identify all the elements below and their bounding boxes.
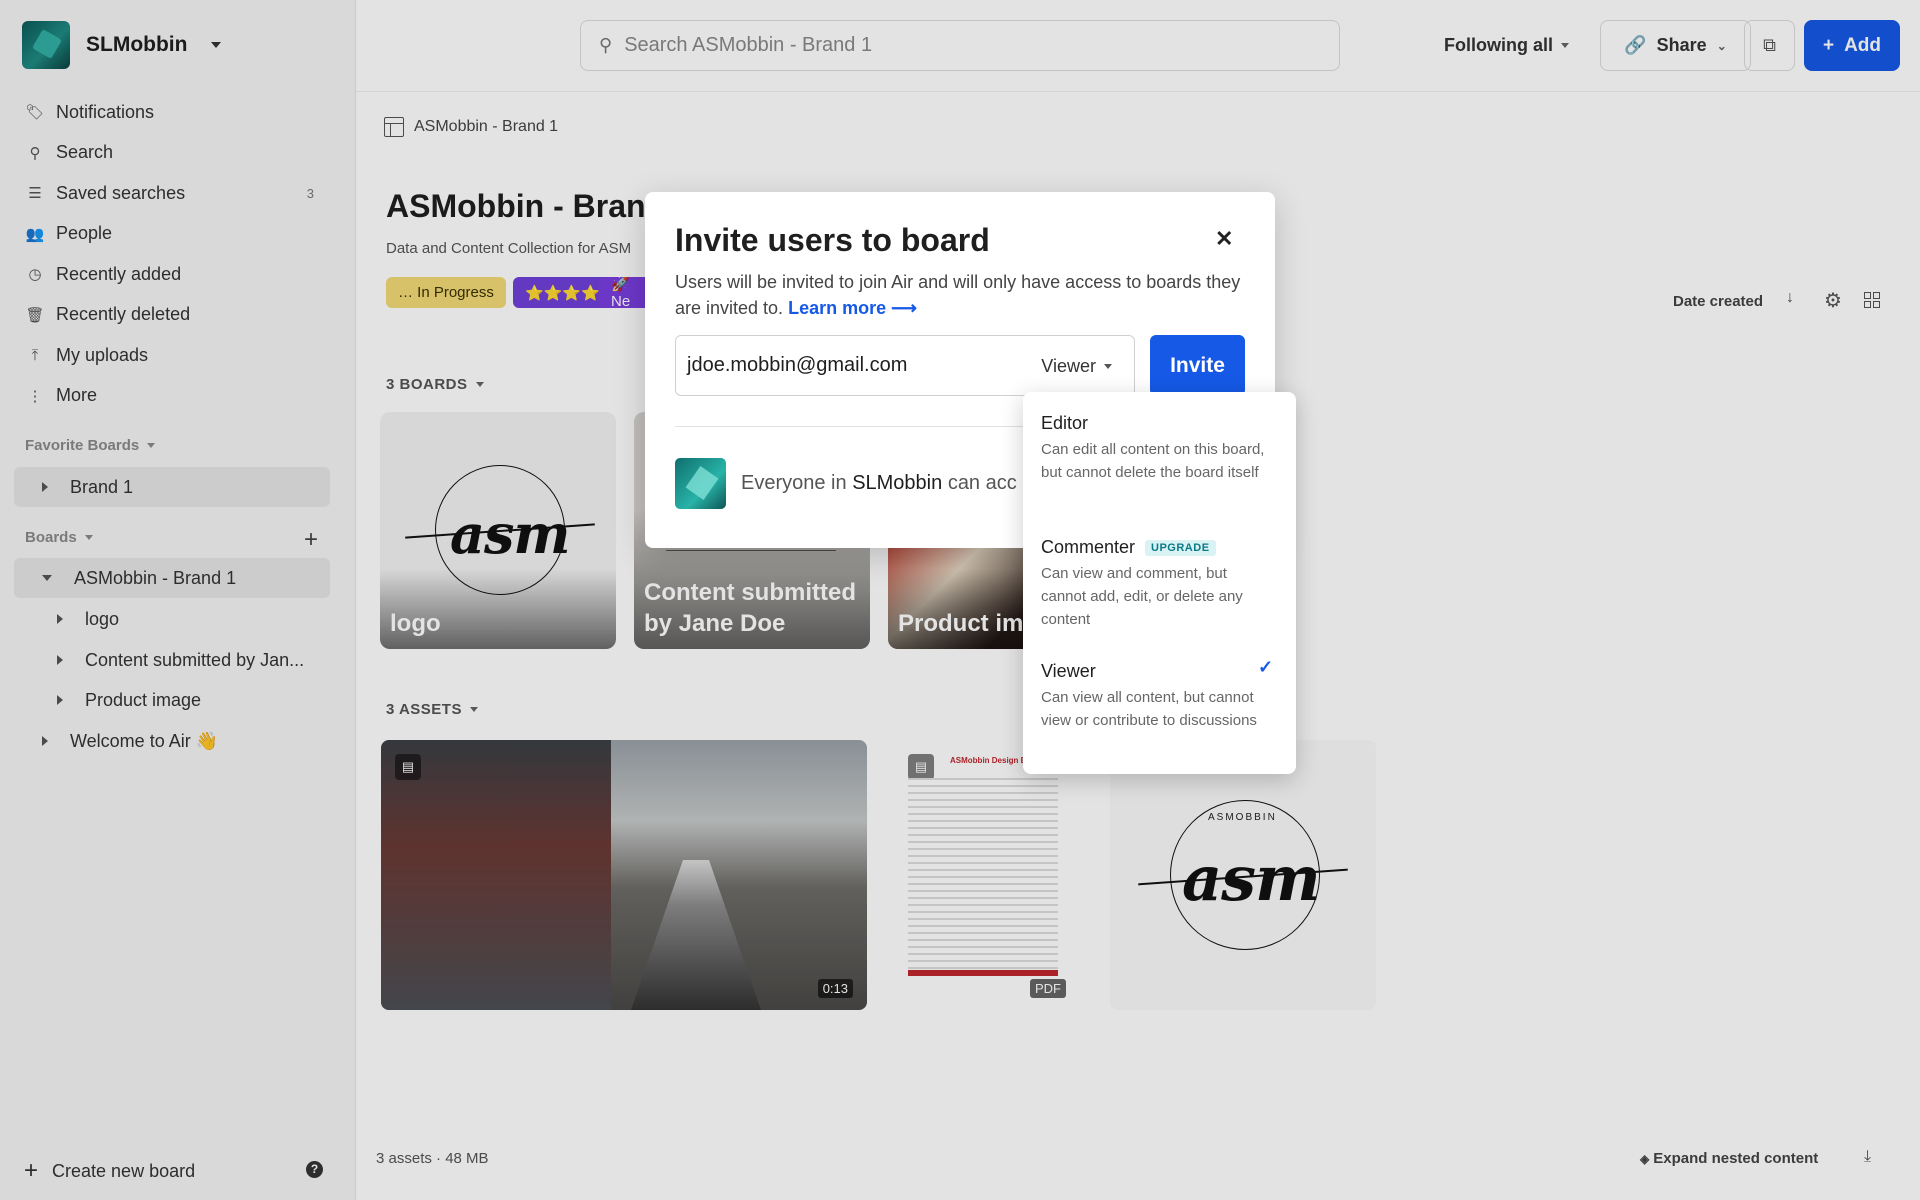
modal-description: Users will be invited to join Air and wi…	[675, 269, 1250, 321]
role-dropdown-menu: Editor Can edit all content on this boar…	[1023, 392, 1296, 774]
modal-title: Invite users to board	[675, 222, 990, 258]
role-option-viewer[interactable]: Viewer Can view all content, but cannot …	[1041, 661, 1271, 732]
access-prefix: Everyone in	[741, 472, 847, 494]
check-icon: ✓	[1258, 657, 1274, 677]
role-option-description: Can edit all content on this board, but …	[1041, 441, 1265, 481]
role-option-title: Editor	[1041, 413, 1089, 433]
upgrade-badge: UPGRADE	[1145, 539, 1216, 556]
email-field[interactable]: jdoe.mobbin@gmail.com Viewer	[675, 335, 1135, 396]
role-option-description: Can view and comment, but cannot add, ed…	[1041, 565, 1243, 628]
invite-button[interactable]: Invite	[1150, 335, 1245, 396]
chevron-down-icon	[1104, 364, 1112, 369]
email-value: jdoe.mobbin@gmail.com	[687, 354, 908, 376]
role-option-title: Commenter	[1041, 537, 1136, 557]
role-select[interactable]: Viewer	[1041, 356, 1112, 377]
role-option-commenter[interactable]: Commenter UPGRADE Can view and comment, b…	[1041, 537, 1271, 631]
modal-backdrop[interactable]	[0, 0, 1920, 1200]
role-select-value: Viewer	[1041, 356, 1096, 376]
close-icon[interactable]: ✕	[1215, 226, 1233, 252]
workspace-access-text: Everyone in SLMobbin can acc	[741, 472, 1017, 495]
learn-more-link[interactable]: Learn more ⟶	[788, 298, 917, 318]
modal-description-text: Users will be invited to join Air and wi…	[675, 272, 1241, 318]
role-option-description: Can view all content, but cannot view or…	[1041, 689, 1257, 729]
role-option-title: Viewer	[1041, 661, 1096, 681]
access-workspace: SLMobbin	[852, 472, 943, 494]
access-suffix: can acc	[947, 472, 1017, 494]
role-option-editor[interactable]: Editor Can edit all content on this boar…	[1041, 413, 1271, 484]
workspace-logo	[675, 458, 726, 509]
